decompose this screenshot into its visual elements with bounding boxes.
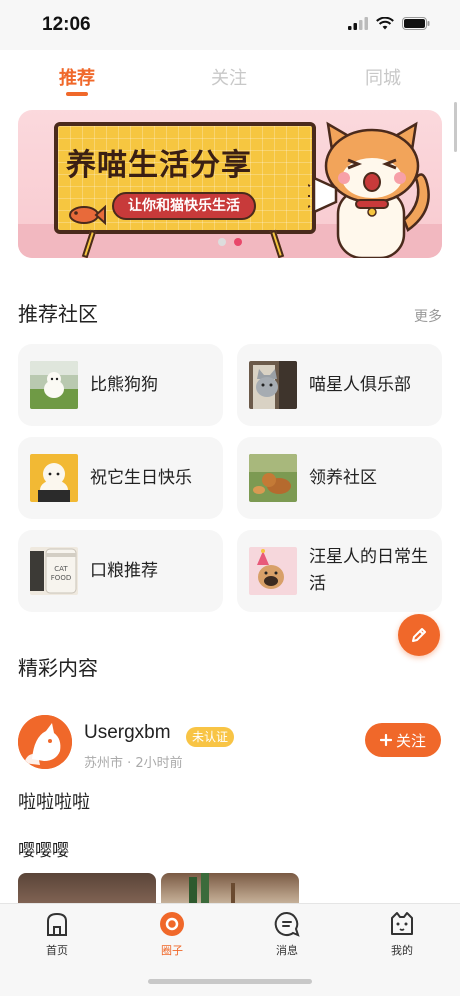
more-link[interactable]: 更多 xyxy=(414,306,442,326)
nav-profile[interactable]: 我的 xyxy=(372,910,432,958)
community-label: 汪星人的日常生活 xyxy=(309,547,428,594)
nav-circle[interactable]: 圈子 xyxy=(142,910,202,958)
community-card[interactable]: 领养社区 xyxy=(237,437,442,519)
community-label: 口粮推荐 xyxy=(90,560,158,581)
promo-banner[interactable]: 养喵生活分享 让你和猫快乐生活 xyxy=(18,110,442,258)
community-card[interactable]: 比熊狗狗 xyxy=(18,344,223,426)
tab-nearby[interactable]: 同城 xyxy=(365,64,401,90)
dog-photo-icon xyxy=(30,454,78,502)
cat-photo-icon xyxy=(249,361,297,409)
svg-text:CAT: CAT xyxy=(54,565,68,573)
dog-photo-icon xyxy=(249,454,297,502)
banner-board: 养喵生活分享 让你和猫快乐生活 xyxy=(54,122,316,234)
dog-photo-icon xyxy=(30,361,78,409)
post-text: 啦啦啦啦 xyxy=(18,792,90,813)
compose-button[interactable] xyxy=(398,614,440,656)
featured-title: 精彩内容 xyxy=(18,656,98,680)
scrollbar[interactable] xyxy=(454,102,457,152)
banner-title: 养喵生活分享 xyxy=(66,148,252,183)
community-card[interactable]: 祝它生日快乐 xyxy=(18,437,223,519)
tab-active-indicator xyxy=(66,92,88,96)
community-label: 比熊狗狗 xyxy=(90,374,158,395)
community-card[interactable]: 汪星人的日常生活 xyxy=(237,530,442,612)
post-meta: 苏州市 · 2小时前 xyxy=(84,756,183,771)
tab-recommend[interactable]: 推荐 xyxy=(59,64,95,90)
status-icons xyxy=(348,17,430,30)
community-label: 喵星人俱乐部 xyxy=(309,374,411,395)
fish-icon xyxy=(69,204,106,226)
dog-photo-icon xyxy=(249,547,297,595)
post-text: 嘤嘤嘤 xyxy=(18,841,69,861)
nav-home[interactable]: 首页 xyxy=(27,910,87,958)
nav-label: 首页 xyxy=(46,944,68,957)
message-icon xyxy=(274,911,300,937)
community-card[interactable]: CAT FOOD 口粮推荐 xyxy=(18,530,223,612)
circle-icon xyxy=(160,912,184,936)
wifi-icon xyxy=(376,17,394,30)
banner-pagination xyxy=(218,238,242,246)
verification-badge: 未认证 xyxy=(186,727,235,747)
community-card[interactable]: 喵星人俱乐部 xyxy=(237,344,442,426)
tab-following[interactable]: 关注 xyxy=(211,64,247,90)
home-indicator xyxy=(148,979,312,984)
top-tabs: 推荐 关注 同城 xyxy=(0,50,460,100)
pagination-dot-active[interactable] xyxy=(234,238,242,246)
community-label: 祝它生日快乐 xyxy=(90,467,192,488)
cat-food-photo-icon: CAT FOOD xyxy=(30,547,78,595)
nav-label: 消息 xyxy=(276,944,298,957)
cat-face-icon xyxy=(391,912,413,935)
nav-label: 圈子 xyxy=(161,944,183,957)
banner-subtitle: 让你和猫快乐生活 xyxy=(112,192,256,220)
post-username[interactable]: Usergxbm xyxy=(84,722,171,744)
nav-messages[interactable]: 消息 xyxy=(257,910,317,958)
battery-icon xyxy=(402,17,430,30)
cat-illustration xyxy=(308,121,430,258)
communities-title: 推荐社区 xyxy=(18,302,98,326)
follow-button[interactable]: 关注 xyxy=(365,723,441,757)
signal-icon xyxy=(348,17,368,30)
post-image[interactable] xyxy=(161,873,299,903)
community-label: 领养社区 xyxy=(309,467,377,488)
status-bar: 12:06 xyxy=(0,0,460,50)
plus-icon xyxy=(379,734,392,746)
home-icon xyxy=(47,912,67,936)
follow-label: 关注 xyxy=(395,731,426,750)
pencil-icon xyxy=(412,628,426,642)
svg-text:FOOD: FOOD xyxy=(51,574,71,582)
status-time: 12:06 xyxy=(42,14,91,35)
post-image[interactable] xyxy=(18,873,156,903)
avatar[interactable] xyxy=(18,715,72,769)
main-content[interactable]: 养喵生活分享 让你和猫快乐生活 推荐社区 更多 比熊狗狗 喵星人俱乐部 祝它生日… xyxy=(0,100,460,903)
pagination-dot[interactable] xyxy=(218,238,226,246)
nav-label: 我的 xyxy=(391,944,413,957)
